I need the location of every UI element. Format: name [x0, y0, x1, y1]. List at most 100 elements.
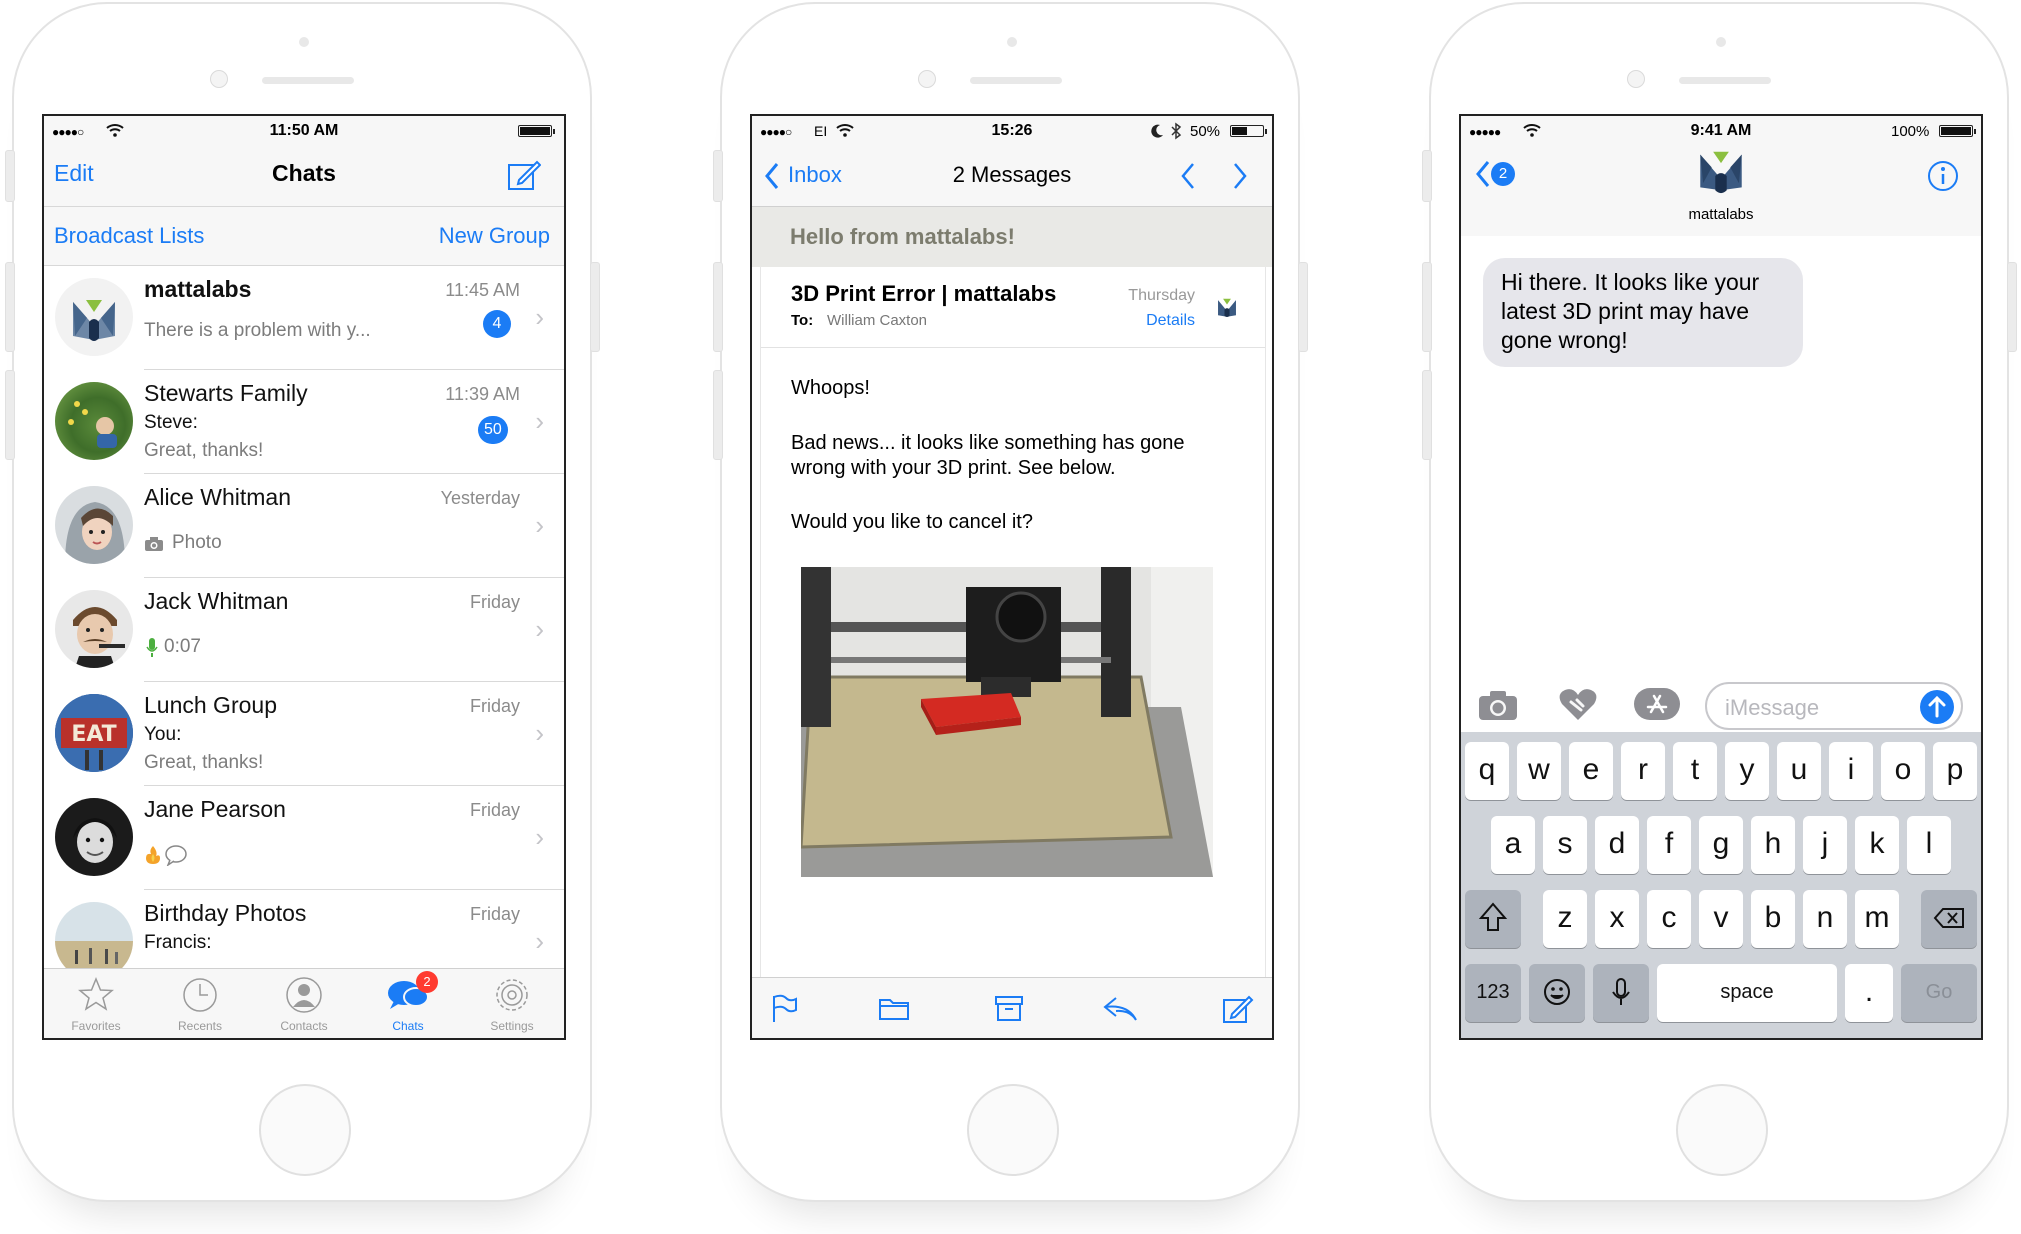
key-l[interactable]: l — [1907, 816, 1951, 874]
key-d[interactable]: d — [1595, 816, 1639, 874]
key-n[interactable]: n — [1803, 890, 1847, 948]
key-b[interactable]: b — [1751, 890, 1795, 948]
battery-icon — [1939, 125, 1976, 137]
next-message-icon[interactable] — [1232, 162, 1248, 190]
home-button[interactable] — [1676, 1084, 1768, 1176]
back-chevron-icon[interactable] — [1475, 160, 1491, 188]
tab-contacts[interactable]: Contacts — [252, 969, 356, 1038]
camera-icon[interactable] — [1477, 688, 1519, 722]
chat-row-mattalabs[interactable]: mattalabs 11:45 AM There is a problem wi… — [44, 266, 564, 370]
voice-duration: 0:07 — [164, 636, 201, 657]
key-o[interactable]: o — [1881, 742, 1925, 800]
compose-icon[interactable] — [507, 158, 541, 192]
compose-icon[interactable] — [1222, 994, 1254, 1024]
avatar — [55, 486, 133, 564]
avatar — [55, 590, 133, 668]
chats-badge: 2 — [416, 971, 438, 993]
key-w[interactable]: w — [1517, 742, 1561, 800]
key-j[interactable]: j — [1803, 816, 1847, 874]
nav-bar: Inbox 2 Messages — [752, 146, 1272, 207]
key-x[interactable]: x — [1595, 890, 1639, 948]
chat-row-jane-pearson[interactable]: Jane Pearson Friday › — [44, 786, 564, 890]
key-y[interactable]: y — [1725, 742, 1769, 800]
key-p[interactable]: p — [1933, 742, 1977, 800]
key-f[interactable]: f — [1647, 816, 1691, 874]
chevron-right-icon: › — [535, 510, 544, 540]
email-body-line: Would you like to cancel it? — [791, 511, 1033, 533]
chevron-right-icon: › — [535, 926, 544, 956]
details-link[interactable]: Details — [1146, 312, 1195, 330]
tab-recents[interactable]: Recents — [148, 969, 252, 1038]
key-v[interactable]: v — [1699, 890, 1743, 948]
app-store-icon[interactable] — [1633, 686, 1681, 722]
imessage-input[interactable]: iMessage — [1705, 682, 1963, 730]
emoji-key[interactable] — [1529, 964, 1585, 1022]
go-key[interactable]: Go — [1901, 964, 1977, 1022]
numbers-key[interactable]: 123 — [1465, 964, 1521, 1022]
avatar — [55, 382, 133, 460]
key-c[interactable]: c — [1647, 890, 1691, 948]
reply-icon[interactable] — [1102, 994, 1138, 1022]
svg-text:EAT: EAT — [71, 722, 116, 747]
flag-icon[interactable] — [770, 994, 798, 1024]
email-recipient: William Caxton — [827, 312, 928, 329]
digital-touch-icon[interactable] — [1557, 686, 1599, 722]
tab-settings[interactable]: Settings — [460, 969, 564, 1038]
chat-sender: Francis: — [144, 932, 212, 953]
archive-icon[interactable] — [994, 994, 1024, 1022]
period-key[interactable]: . — [1845, 964, 1893, 1022]
chat-row-jack-whitman[interactable]: Jack Whitman Friday 0:07 › — [44, 578, 564, 682]
email-header: 3D Print Error | mattalabs To: William C… — [761, 267, 1265, 348]
tab-label: Contacts — [280, 1019, 328, 1033]
key-k[interactable]: k — [1855, 816, 1899, 874]
nav-bar: Edit Chats — [44, 146, 564, 207]
tab-favorites[interactable]: Favorites — [44, 969, 148, 1038]
home-button[interactable] — [967, 1084, 1059, 1176]
home-button[interactable] — [259, 1084, 351, 1176]
key-e[interactable]: e — [1569, 742, 1613, 800]
key-i[interactable]: i — [1829, 742, 1873, 800]
key-a[interactable]: a — [1491, 816, 1535, 874]
key-g[interactable]: g — [1699, 816, 1743, 874]
back-unread-count[interactable]: 2 — [1491, 162, 1515, 186]
chat-row-stewarts-family[interactable]: Stewarts Family 11:39 AM Steve: Great, t… — [44, 370, 564, 474]
chat-name: mattalabs — [144, 276, 252, 302]
chat-preview: Great, thanks! — [144, 440, 264, 461]
folder-icon[interactable] — [878, 994, 910, 1022]
chat-row-alice-whitman[interactable]: Alice Whitman Yesterday Photo › — [44, 474, 564, 578]
chat-time: Yesterday — [440, 488, 520, 508]
dictation-key[interactable] — [1593, 964, 1649, 1022]
space-key[interactable]: space — [1657, 964, 1837, 1022]
to-label: To: — [791, 312, 814, 329]
shift-key[interactable] — [1465, 890, 1521, 948]
info-icon[interactable] — [1927, 160, 1959, 192]
email-subject: 3D Print Error | mattalabs — [791, 281, 1057, 306]
status-bar: ●●●●● 9:41 AM 100% — [1461, 116, 1981, 146]
chevron-right-icon: › — [535, 302, 544, 332]
delete-key[interactable] — [1921, 890, 1977, 948]
key-h[interactable]: h — [1751, 816, 1795, 874]
new-group-link[interactable]: New Group — [439, 223, 550, 249]
tab-label: Chats — [392, 1019, 424, 1033]
contact-avatar[interactable] — [1693, 146, 1749, 196]
key-s[interactable]: s — [1543, 816, 1587, 874]
chat-name: Birthday Photos — [144, 900, 307, 926]
key-r[interactable]: r — [1621, 742, 1665, 800]
tab-chats[interactable]: 2 Chats — [356, 969, 460, 1038]
clock-icon — [183, 978, 217, 1012]
key-q[interactable]: q — [1465, 742, 1509, 800]
moon-icon — [1151, 124, 1163, 138]
key-u[interactable]: u — [1777, 742, 1821, 800]
previous-message-icon[interactable] — [1180, 162, 1196, 190]
key-m[interactable]: m — [1855, 890, 1899, 948]
chat-row-lunch-group[interactable]: EAT Lunch Group Friday You: Great, thank… — [44, 682, 564, 786]
mail-screen: ●●●●○ EI 15:26 50% Inbox 2 Messages Hell… — [750, 114, 1274, 1040]
email-body-line: Bad news... it looks like something has … — [791, 432, 1185, 479]
key-z[interactable]: z — [1543, 890, 1587, 948]
page-title: Chats — [272, 160, 336, 186]
contact-name: mattalabs — [1688, 206, 1754, 223]
broadcast-lists-link[interactable]: Broadcast Lists — [54, 223, 204, 249]
printer-photo — [801, 567, 1213, 877]
send-arrow-icon[interactable] — [1919, 689, 1955, 725]
key-t[interactable]: t — [1673, 742, 1717, 800]
